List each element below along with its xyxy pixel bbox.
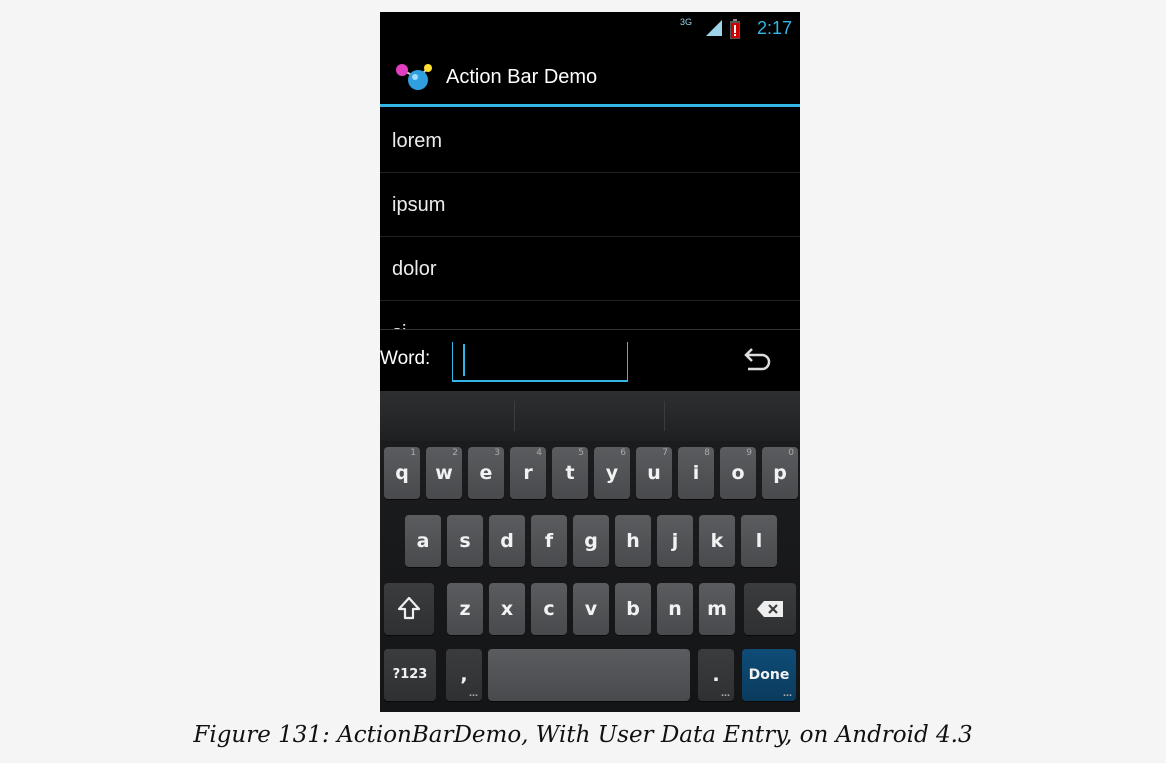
enter-return-icon[interactable] (742, 347, 772, 373)
key-p[interactable]: p0 (762, 447, 798, 499)
app-molecule-icon[interactable] (394, 62, 436, 92)
key-i[interactable]: i8 (678, 447, 714, 499)
key-z[interactable]: z (447, 583, 483, 635)
comma-key[interactable]: ,… (446, 649, 482, 701)
strip-divider (514, 401, 515, 431)
key-u[interactable]: u7 (636, 447, 672, 499)
backspace-icon (757, 601, 783, 617)
key-b[interactable]: b (615, 583, 651, 635)
key-j[interactable]: j (657, 515, 693, 567)
shift-arrow-icon (397, 596, 421, 620)
key-t[interactable]: t5 (552, 447, 588, 499)
action-bar: Action Bar Demo (380, 47, 800, 107)
key-r[interactable]: r4 (510, 447, 546, 499)
word-label: Word: (380, 348, 431, 369)
symbols-key[interactable]: ?123 (384, 649, 436, 701)
suggestion-strip[interactable] (380, 391, 800, 441)
strip-divider (664, 401, 665, 431)
soft-keyboard: q1 w2 e3 r4 t5 y6 u7 i8 o9 p0 a s d f g … (380, 441, 800, 712)
battery-icon (730, 19, 740, 39)
key-x[interactable]: x (489, 583, 525, 635)
network-type: 3G (679, 17, 692, 27)
key-h[interactable]: h (615, 515, 651, 567)
key-v[interactable]: v (573, 583, 609, 635)
delete-key[interactable] (744, 583, 796, 635)
key-c[interactable]: c (531, 583, 567, 635)
key-d[interactable]: d (489, 515, 525, 567)
word-input[interactable] (452, 342, 628, 382)
key-q[interactable]: q1 (384, 447, 420, 499)
text-cursor (463, 344, 465, 376)
key-g[interactable]: g (573, 515, 609, 567)
key-y[interactable]: y6 (594, 447, 630, 499)
list-item[interactable]: ipsum (380, 173, 800, 237)
clock: 2:17 (756, 18, 792, 38)
key-e[interactable]: e3 (468, 447, 504, 499)
list-item[interactable]: dolor (380, 237, 800, 301)
list-item[interactable]: lorem (380, 109, 800, 173)
word-entry-row: Word: (380, 329, 800, 391)
shift-key[interactable] (384, 583, 434, 635)
key-k[interactable]: k (699, 515, 735, 567)
app-title: Action Bar Demo (446, 66, 598, 88)
key-f[interactable]: f (531, 515, 567, 567)
key-a[interactable]: a (405, 515, 441, 567)
status-bar: 3G 2:17 (380, 12, 800, 47)
list-item[interactable]: si (380, 301, 800, 329)
key-w[interactable]: w2 (426, 447, 462, 499)
key-l[interactable]: l (741, 515, 777, 567)
figure-caption: Figure 131: ActionBarDemo, With User Dat… (193, 722, 973, 748)
space-key[interactable] (488, 649, 690, 701)
period-key[interactable]: .… (698, 649, 734, 701)
done-key[interactable]: Done… (742, 649, 796, 701)
signal-icon (706, 20, 722, 36)
key-m[interactable]: m (699, 583, 735, 635)
phone-screen: 3G 2:17 Action Bar Demo lorem ipsum dolo… (380, 12, 800, 712)
word-list[interactable]: lorem ipsum dolor si (380, 109, 800, 329)
key-o[interactable]: o9 (720, 447, 756, 499)
key-s[interactable]: s (447, 515, 483, 567)
key-n[interactable]: n (657, 583, 693, 635)
